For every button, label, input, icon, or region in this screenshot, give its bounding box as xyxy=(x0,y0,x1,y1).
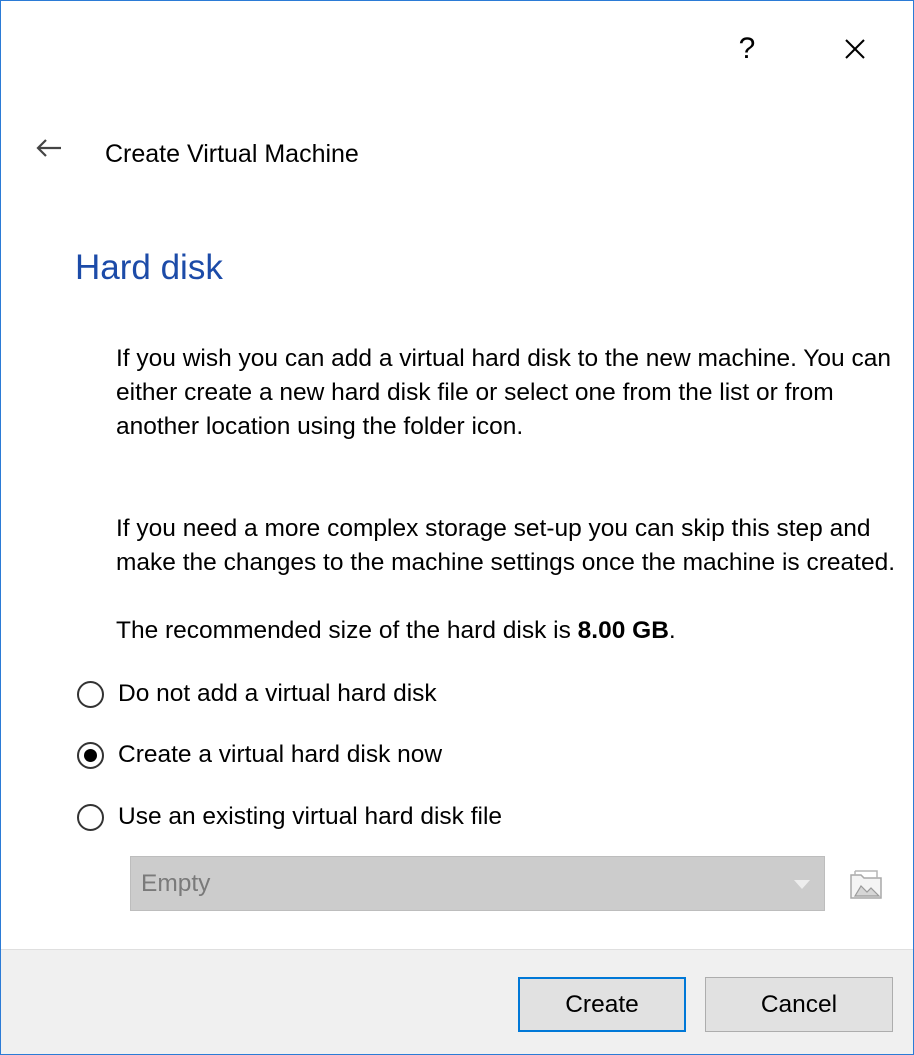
cancel-button[interactable]: Cancel xyxy=(705,977,893,1032)
recommended-size-value: 8.00 GB xyxy=(577,617,669,644)
radio-label: Use an existing virtual hard disk file xyxy=(118,803,503,830)
radio-button-selected[interactable] xyxy=(77,741,104,769)
dialog-footer: Create Cancel xyxy=(1,949,913,1054)
back-button[interactable] xyxy=(31,134,67,162)
recommended-size-suffix: . xyxy=(668,617,676,644)
description-text-2: If you need a more complex storage set-u… xyxy=(116,515,896,576)
recommended-size-text: The recommended size of the hard disk is… xyxy=(116,614,906,648)
create-vm-dialog: ? Create Virtual Machine Hard disk If yo… xyxy=(0,0,914,1055)
radio-no-hard-disk[interactable]: Do not add a virtual hard disk xyxy=(77,674,437,714)
radio-button[interactable] xyxy=(77,803,104,831)
radio-label: Create a virtual hard disk now xyxy=(118,741,443,768)
close-icon xyxy=(845,39,865,59)
radio-label: Do not add a virtual hard disk xyxy=(118,680,437,707)
help-button[interactable]: ? xyxy=(725,29,769,69)
close-button[interactable] xyxy=(833,29,877,69)
description-text-1: If you wish you can add a virtual hard d… xyxy=(116,345,891,440)
chevron-down-icon xyxy=(794,880,810,889)
create-button[interactable]: Create xyxy=(518,977,686,1032)
page-heading: Hard disk xyxy=(75,248,223,287)
radio-create-hard-disk[interactable]: Create a virtual hard disk now xyxy=(77,735,442,775)
hard-disk-select[interactable]: Empty xyxy=(130,856,825,911)
recommended-size-prefix: The recommended size of the hard disk is xyxy=(116,617,578,644)
radio-button[interactable] xyxy=(77,680,104,708)
choose-disk-file-button[interactable] xyxy=(847,865,885,903)
radio-existing-hard-disk[interactable]: Use an existing virtual hard disk file xyxy=(77,797,502,837)
wizard-title: Create Virtual Machine xyxy=(105,140,359,168)
back-arrow-icon xyxy=(36,139,61,157)
hard-disk-select-value: Empty xyxy=(141,870,211,897)
folder-icon xyxy=(850,870,882,899)
